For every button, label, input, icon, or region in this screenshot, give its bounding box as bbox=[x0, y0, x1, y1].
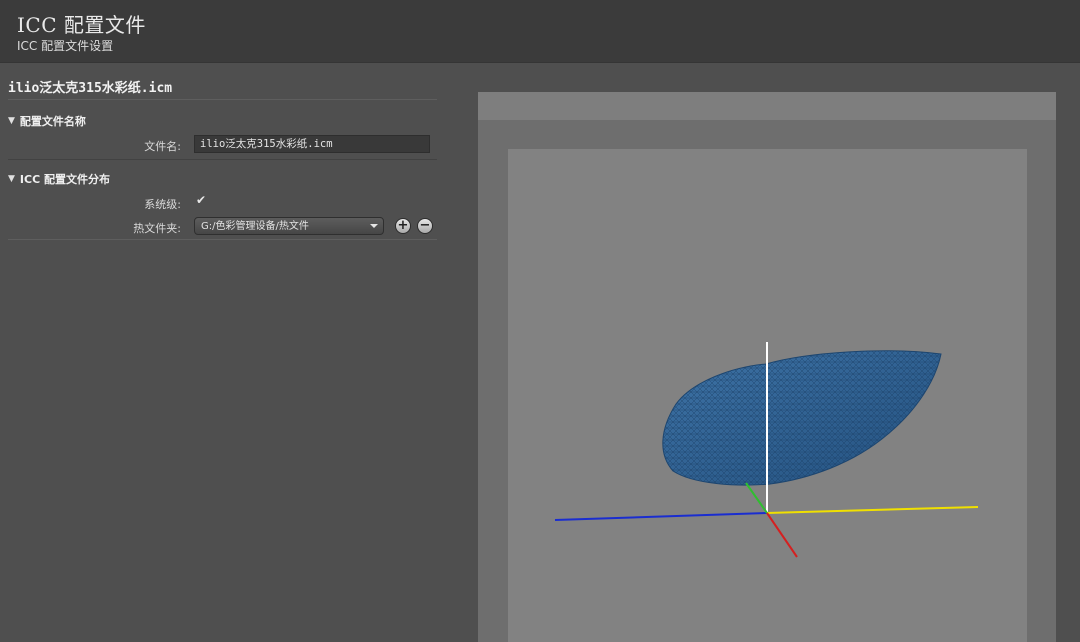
section-icc-distribution-label: ICC 配置文件分布 bbox=[19, 173, 110, 186]
gamut-mesh bbox=[662, 350, 941, 486]
filename-label: 文件名: bbox=[144, 140, 181, 153]
system-level-label: 系统级: bbox=[144, 198, 181, 211]
expand-triangle-icon: ▼ bbox=[8, 116, 15, 126]
section-profile-name[interactable]: ▼ 配置文件名称 bbox=[8, 113, 86, 129]
settings-panel: ilio泛太克315水彩纸.icm ▼ 配置文件名称 文件名: ilio泛太克3… bbox=[0, 63, 448, 642]
page-title: ICC 配置文件 bbox=[17, 13, 146, 37]
hot-folder-label: 热文件夹: bbox=[133, 222, 181, 235]
divider bbox=[8, 239, 437, 240]
section-profile-name-label: 配置文件名称 bbox=[19, 115, 86, 128]
gamut-3d-svg bbox=[554, 342, 979, 558]
divider bbox=[8, 99, 437, 100]
plus-icon: + bbox=[397, 218, 409, 233]
filename-field[interactable]: ilio泛太克315水彩纸.icm bbox=[194, 135, 430, 153]
app-header: ICC 配置文件 ICC 配置文件设置 bbox=[0, 0, 1080, 63]
system-level-checkbox[interactable]: ✔ bbox=[196, 194, 208, 206]
profile-file-title: ilio泛太克315水彩纸.icm bbox=[8, 81, 173, 96]
check-icon: ✔ bbox=[196, 193, 207, 207]
x-axis bbox=[766, 506, 979, 514]
divider bbox=[8, 159, 437, 160]
gamut-viewer-toolbar bbox=[478, 92, 1056, 120]
gamut-3d-view[interactable] bbox=[508, 149, 1027, 642]
y-axis-red bbox=[766, 512, 798, 558]
remove-folder-button[interactable]: − bbox=[417, 218, 433, 234]
page-subtitle: ICC 配置文件设置 bbox=[17, 39, 114, 53]
dropdown-arrow-icon bbox=[370, 224, 378, 228]
minus-icon: − bbox=[419, 218, 431, 233]
add-folder-button[interactable]: + bbox=[395, 218, 411, 234]
hot-folder-select[interactable]: G:/色彩管理设备/热文件 bbox=[194, 217, 384, 235]
hot-folder-value: G:/色彩管理设备/热文件 bbox=[201, 221, 309, 232]
z-axis bbox=[554, 512, 768, 521]
section-icc-distribution[interactable]: ▼ ICC 配置文件分布 bbox=[8, 171, 110, 187]
y-axis-green bbox=[745, 482, 768, 514]
expand-triangle-icon: ▼ bbox=[8, 174, 15, 184]
